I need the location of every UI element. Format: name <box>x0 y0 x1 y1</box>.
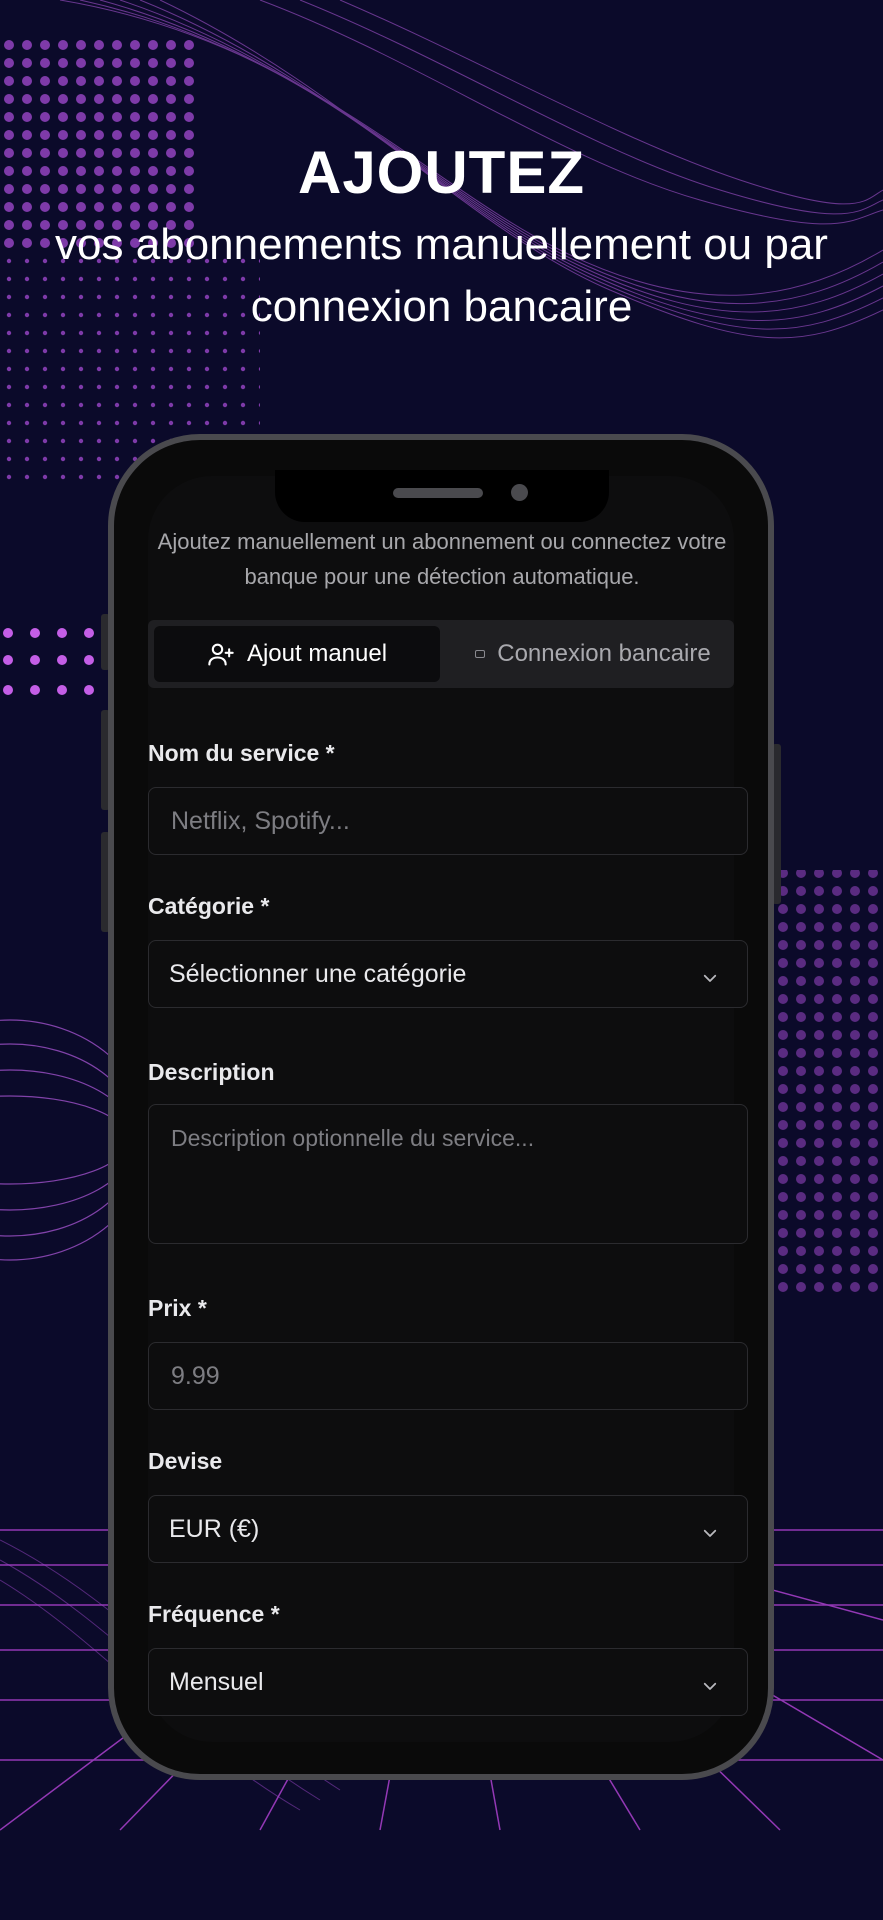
card-icon <box>475 650 486 658</box>
currency-value: EUR (€) <box>169 1514 260 1543</box>
chevron-down-icon <box>701 1520 719 1549</box>
service-name-field <box>148 787 748 855</box>
frequency-value: Mensuel <box>169 1667 264 1696</box>
tab-bank-connection[interactable]: Connexion bancaire <box>448 626 738 682</box>
frequency-label: Fréquence * <box>148 1601 280 1627</box>
hero-subtitle: vos abonnements manuellement ou par conn… <box>55 220 828 331</box>
description-label: Description <box>148 1059 275 1085</box>
phone-camera <box>511 484 528 501</box>
phone-speaker <box>393 488 483 498</box>
tab-manual-label: Ajout manuel <box>246 640 388 667</box>
category-select[interactable]: Sélectionner une catégorie <box>148 940 748 1008</box>
service-name-input[interactable] <box>169 805 747 837</box>
intro-text: Ajoutez manuellement un abonnement ou co… <box>157 529 727 589</box>
chevron-down-icon <box>701 965 719 994</box>
description-input[interactable] <box>169 1123 731 1229</box>
price-input[interactable] <box>169 1360 747 1392</box>
chevron-down-icon <box>701 1673 719 1702</box>
price-label: Prix * <box>148 1295 207 1321</box>
price-field <box>148 1342 748 1410</box>
category-label: Catégorie * <box>148 893 270 919</box>
tab-bank-label: Connexion bancaire <box>497 640 711 667</box>
currency-label: Devise <box>148 1448 223 1474</box>
mode-tabs: Ajout manuel Connexion bancaire <box>148 620 734 688</box>
tab-manual[interactable]: Ajout manuel <box>154 626 440 682</box>
service-name-label: Nom du service * <box>148 740 335 766</box>
user-plus-icon <box>207 640 235 668</box>
description-field <box>148 1104 748 1244</box>
frequency-select[interactable]: Mensuel <box>148 1648 748 1716</box>
currency-select[interactable]: EUR (€) <box>148 1495 748 1563</box>
hero-title: AJOUTEZ <box>297 139 586 206</box>
category-value: Sélectionner une catégorie <box>169 959 467 988</box>
